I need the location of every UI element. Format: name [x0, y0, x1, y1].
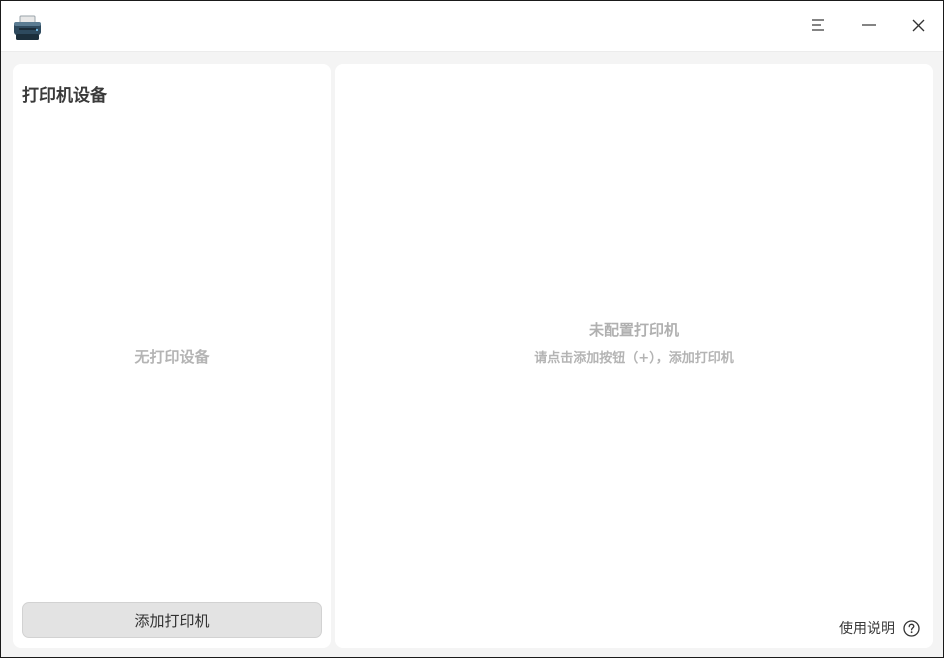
- empty-device-text: 无打印设备: [134, 348, 210, 366]
- printer-device-sidebar: 打印机设备 无打印设备 添加打印机: [13, 64, 331, 648]
- no-printer-hint: 请点击添加按钮（+），添加打印机: [534, 351, 734, 366]
- menu-icon: [811, 17, 825, 36]
- close-icon: [912, 17, 925, 36]
- main-panel: 未配置打印机 请点击添加按钮（+），添加打印机 使用说明: [335, 64, 933, 648]
- minimize-icon: [862, 17, 876, 36]
- titlebar: [1, 1, 943, 52]
- menu-button[interactable]: [801, 9, 835, 43]
- printer-icon: [13, 15, 42, 41]
- help-link[interactable]: 使用说明: [839, 617, 920, 639]
- no-printer-title: 未配置打印机: [588, 321, 679, 339]
- minimize-button[interactable]: [852, 9, 886, 43]
- close-button[interactable]: [901, 9, 935, 43]
- printer-manager-window: 打印机设备 无打印设备 添加打印机 未配置打印机 请点击添加按钮（+），添加打印…: [0, 0, 944, 658]
- help-icon: [903, 619, 920, 637]
- help-label: 使用说明: [839, 621, 895, 637]
- sidebar-title: 打印机设备: [22, 86, 107, 106]
- add-printer-button[interactable]: 添加打印机: [22, 602, 322, 638]
